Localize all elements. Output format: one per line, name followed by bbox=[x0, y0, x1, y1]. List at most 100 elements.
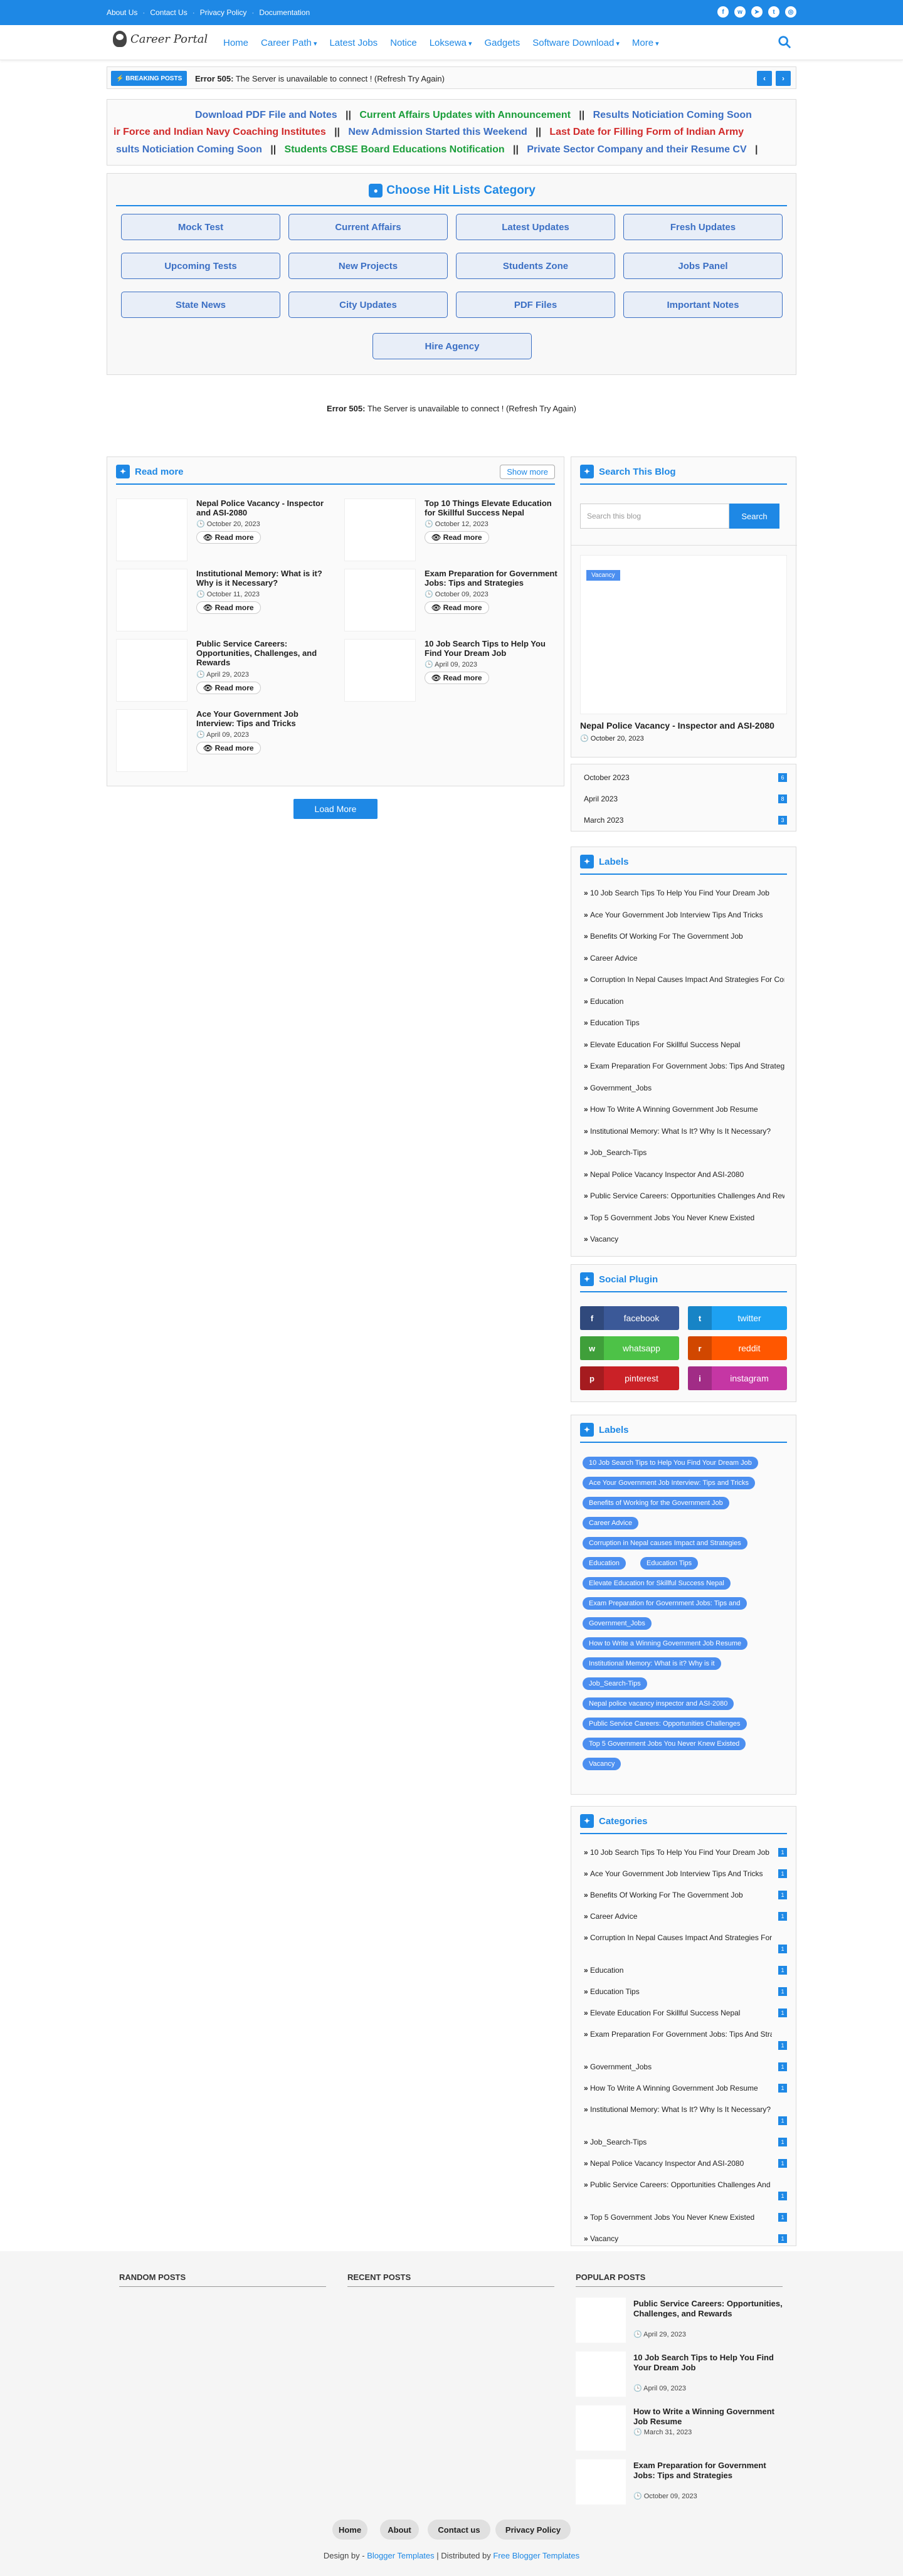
post-thumbnail[interactable] bbox=[344, 499, 416, 561]
footer-link-contact[interactable]: Contact us bbox=[428, 2520, 490, 2540]
label-link[interactable]: Public Service Careers: Opportunities Ch… bbox=[584, 1191, 784, 1200]
category-link[interactable]: Career Advice bbox=[584, 1912, 772, 1921]
label-link[interactable]: Top 5 Government Jobs You Never Knew Exi… bbox=[584, 1213, 784, 1222]
label-tag[interactable]: Career Advice bbox=[583, 1517, 639, 1529]
post-thumbnail[interactable] bbox=[116, 569, 187, 631]
post-card[interactable]: Public Service Careers: Opportunities, C… bbox=[116, 639, 335, 702]
category-button[interactable]: Latest Updates bbox=[456, 214, 615, 240]
popular-post[interactable]: Exam Preparation for Government Jobs: Ti… bbox=[576, 2459, 783, 2507]
post-title[interactable]: How to Write a Winning Government Job Re… bbox=[633, 2407, 784, 2427]
label-link[interactable]: Exam Preparation For Government Jobs: Ti… bbox=[584, 1062, 784, 1070]
archive-item[interactable]: March 2023 bbox=[584, 816, 623, 825]
label-tag[interactable]: Vacancy bbox=[583, 1758, 621, 1770]
label-link[interactable]: 10 Job Search Tips To Help You Find Your… bbox=[584, 889, 784, 897]
footer-link-privacy[interactable]: Privacy Policy bbox=[495, 2520, 571, 2540]
nav-loksewa[interactable]: Loksewa bbox=[430, 38, 472, 48]
nav-gadgets[interactable]: Gadgets bbox=[485, 38, 520, 48]
post-title[interactable]: Ace Your Government Job Interview: Tips … bbox=[196, 709, 332, 728]
post-card[interactable]: 10 Job Search Tips to Help You Find Your… bbox=[344, 639, 564, 702]
label-tag[interactable]: Job_Search-Tips bbox=[583, 1677, 647, 1690]
post-title[interactable]: Public Service Careers: Opportunities, C… bbox=[196, 639, 332, 667]
category-button[interactable]: Important Notes bbox=[623, 292, 783, 318]
post-thumbnail[interactable] bbox=[576, 2459, 626, 2505]
load-more-button[interactable]: Load More bbox=[293, 799, 378, 819]
label-tag[interactable]: Education bbox=[583, 1557, 626, 1570]
post-title[interactable]: Public Service Careers: Opportunities, C… bbox=[633, 2299, 784, 2319]
social-button-reddit[interactable]: r reddit bbox=[688, 1336, 787, 1360]
post-card[interactable]: Nepal Police Vacancy - Inspector and ASI… bbox=[116, 499, 335, 561]
popular-post[interactable]: 10 Job Search Tips to Help You Find Your… bbox=[576, 2352, 783, 2399]
instagram-icon[interactable]: ◎ bbox=[785, 6, 796, 18]
show-more-button[interactable]: Show more bbox=[500, 465, 555, 479]
read-more-button[interactable]: 👁 Read more bbox=[196, 742, 261, 754]
category-link[interactable]: Education bbox=[584, 1966, 772, 1975]
category-link[interactable]: Ace Your Government Job Interview Tips A… bbox=[584, 1869, 772, 1878]
social-button-pinterest[interactable]: p pinterest bbox=[580, 1366, 679, 1390]
category-button[interactable]: Current Affairs bbox=[288, 214, 448, 240]
marquee-item[interactable]: sults Noticiation Coming Soon bbox=[116, 144, 262, 155]
post-thumbnail[interactable] bbox=[576, 2352, 626, 2397]
label-tag[interactable]: Corruption in Nepal causes Impact and St… bbox=[583, 1537, 747, 1549]
category-link[interactable]: Top 5 Government Jobs You Never Knew Exi… bbox=[584, 2213, 772, 2222]
search-input[interactable]: Search this blog bbox=[580, 504, 729, 529]
featured-badge[interactable]: Vacancy bbox=[586, 570, 620, 581]
twitter-icon[interactable]: t bbox=[768, 6, 779, 18]
social-button-twitter[interactable]: t twitter bbox=[688, 1306, 787, 1330]
category-button[interactable]: State News bbox=[121, 292, 280, 318]
prev-arrow-icon[interactable]: ‹ bbox=[757, 71, 772, 86]
category-button[interactable]: Hire Agency bbox=[372, 333, 532, 359]
category-link[interactable]: Institutional Memory: What Is It? Why Is… bbox=[584, 2105, 772, 2114]
read-more-button[interactable]: 👁 Read more bbox=[196, 601, 261, 614]
label-link[interactable]: Nepal Police Vacancy Inspector And ASI-2… bbox=[584, 1170, 784, 1179]
category-link[interactable]: Government_Jobs bbox=[584, 2062, 772, 2071]
category-button[interactable]: Mock Test bbox=[121, 214, 280, 240]
category-link[interactable]: Exam Preparation For Government Jobs: Ti… bbox=[584, 2030, 772, 2039]
category-button[interactable]: City Updates bbox=[288, 292, 448, 318]
social-button-whatsapp[interactable]: w whatsapp bbox=[580, 1336, 679, 1360]
label-link[interactable]: Ace Your Government Job Interview Tips A… bbox=[584, 911, 784, 919]
post-card[interactable]: Exam Preparation for Government Jobs: Ti… bbox=[344, 569, 564, 631]
nav-more[interactable]: More bbox=[632, 38, 659, 48]
post-title[interactable]: Nepal Police Vacancy - Inspector and ASI… bbox=[196, 499, 332, 517]
nav-home[interactable]: Home bbox=[223, 38, 248, 48]
read-more-button[interactable]: 👁 Read more bbox=[425, 601, 489, 614]
category-link[interactable]: Public Service Careers: Opportunities Ch… bbox=[584, 2180, 772, 2189]
search-button[interactable]: Search bbox=[729, 504, 779, 529]
label-link[interactable]: Job_Search-Tips bbox=[584, 1148, 784, 1157]
label-tag[interactable]: How to Write a Winning Government Job Re… bbox=[583, 1637, 748, 1650]
post-thumbnail[interactable] bbox=[344, 639, 416, 702]
category-button[interactable]: New Projects bbox=[288, 253, 448, 279]
label-link[interactable]: Elevate Education For Skillful Success N… bbox=[584, 1040, 784, 1049]
top-link-contact[interactable]: Contact Us bbox=[150, 8, 187, 17]
post-card[interactable]: Top 10 Things Elevate Education for Skil… bbox=[344, 499, 564, 561]
category-button[interactable]: Students Zone bbox=[456, 253, 615, 279]
category-link[interactable]: How To Write A Winning Government Job Re… bbox=[584, 2084, 772, 2093]
social-button-facebook[interactable]: f facebook bbox=[580, 1306, 679, 1330]
label-tag[interactable]: Education Tips bbox=[640, 1557, 699, 1570]
top-link-about[interactable]: About Us bbox=[107, 8, 137, 17]
footer-link-about[interactable]: About bbox=[380, 2520, 419, 2540]
category-link[interactable]: Education Tips bbox=[584, 1987, 772, 1996]
popular-post[interactable]: Public Service Careers: Opportunities, C… bbox=[576, 2298, 783, 2345]
label-link[interactable]: Education bbox=[584, 997, 784, 1006]
post-card[interactable]: Institutional Memory: What is it? Why is… bbox=[116, 569, 335, 631]
search-icon[interactable] bbox=[778, 35, 791, 49]
social-button-instagram[interactable]: i instagram bbox=[688, 1366, 787, 1390]
post-thumbnail[interactable] bbox=[576, 2298, 626, 2343]
post-title[interactable]: 10 Job Search Tips to Help You Find Your… bbox=[425, 639, 560, 658]
label-link[interactable]: Government_Jobs bbox=[584, 1084, 784, 1092]
label-link[interactable]: Institutional Memory: What Is It? Why Is… bbox=[584, 1127, 784, 1136]
marquee-item[interactable]: Last Date for Filling Form of Indian Arm… bbox=[549, 127, 744, 137]
label-tag[interactable]: Benefits of Working for the Government J… bbox=[583, 1497, 729, 1509]
nav-notice[interactable]: Notice bbox=[390, 38, 417, 48]
post-title[interactable]: Institutional Memory: What is it? Why is… bbox=[196, 569, 332, 588]
archive-item[interactable]: April 2023 bbox=[584, 794, 618, 803]
category-button[interactable]: PDF Files bbox=[456, 292, 615, 318]
label-tag[interactable]: Elevate Education for Skillful Success N… bbox=[583, 1577, 731, 1590]
marquee-item[interactable]: Students CBSE Board Educations Notificat… bbox=[285, 144, 505, 155]
post-thumbnail[interactable] bbox=[576, 2405, 626, 2451]
category-link[interactable]: Corruption In Nepal Causes Impact And St… bbox=[584, 1933, 772, 1942]
label-tag[interactable]: Ace Your Government Job Interview: Tips … bbox=[583, 1477, 755, 1489]
marquee-item[interactable]: Results Noticiation Coming Soon bbox=[593, 110, 752, 120]
post-title[interactable]: Top 10 Things Elevate Education for Skil… bbox=[425, 499, 560, 517]
